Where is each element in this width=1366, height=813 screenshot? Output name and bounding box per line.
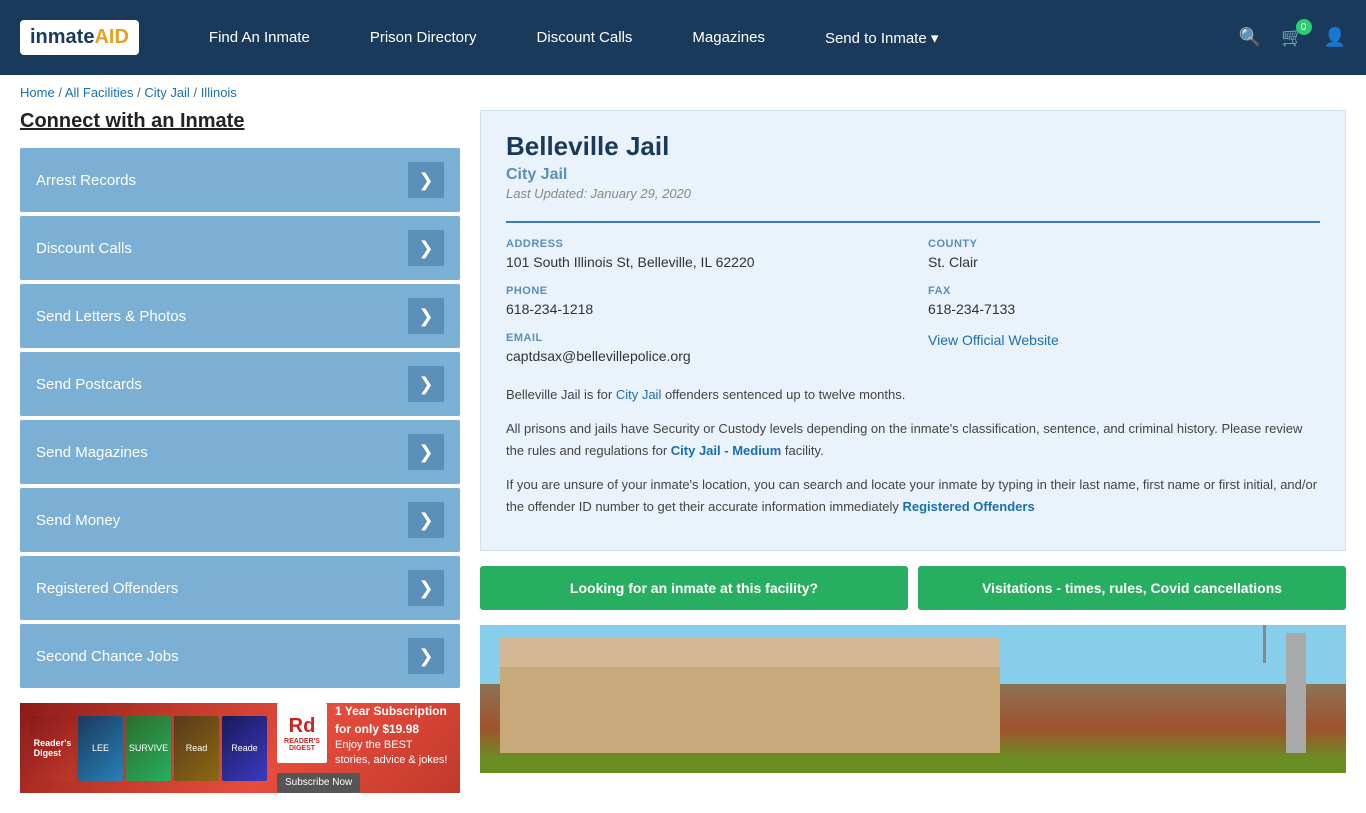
user-icon[interactable]: 👤 xyxy=(1324,27,1346,48)
building-shape xyxy=(500,663,1000,753)
breadcrumb-illinois[interactable]: Illinois xyxy=(201,85,237,100)
logo[interactable]: inmateAID xyxy=(20,20,139,55)
facility-image xyxy=(480,625,1346,773)
ad-banner[interactable]: Reader'sDigest LEE SURVIVE Read Reade Rd… xyxy=(20,703,460,793)
sidebar-item-second-chance-jobs[interactable]: Second Chance Jobs ❯ xyxy=(20,624,460,688)
content-panel: Belleville Jail City Jail Last Updated: … xyxy=(480,110,1346,793)
nav-prison-directory[interactable]: Prison Directory xyxy=(340,0,507,75)
ad-content: Rd READER'SDIGEST 1 Year Subscription fo… xyxy=(277,703,450,793)
action-buttons: Looking for an inmate at this facility? … xyxy=(480,566,1346,610)
arrow-icon: ❯ xyxy=(408,230,444,266)
cart-badge: 0 xyxy=(1296,19,1312,35)
nav-magazines[interactable]: Magazines xyxy=(662,0,795,75)
facility-updated: Last Updated: January 29, 2020 xyxy=(506,186,1320,201)
sidebar-item-send-postcards[interactable]: Send Postcards ❯ xyxy=(20,352,460,416)
breadcrumb-home[interactable]: Home xyxy=(20,85,55,100)
sidebar-title: Connect with an Inmate xyxy=(20,110,460,133)
nav-discount-calls[interactable]: Discount Calls xyxy=(507,0,663,75)
flag-pole xyxy=(1263,625,1266,663)
sidebar-menu: Arrest Records ❯ Discount Calls ❯ Send L… xyxy=(20,148,460,688)
logo-text: inmateAID xyxy=(30,26,129,49)
sidebar-item-send-magazines[interactable]: Send Magazines ❯ xyxy=(20,420,460,484)
facility-name: Belleville Jail xyxy=(506,131,1320,162)
find-inmate-button[interactable]: Looking for an inmate at this facility? xyxy=(480,566,908,610)
arrow-icon: ❯ xyxy=(408,638,444,674)
sidebar-item-registered-offenders[interactable]: Registered Offenders ❯ xyxy=(20,556,460,620)
nav-send-to-inmate[interactable]: Send to Inmate ▾ xyxy=(795,0,968,75)
cart-icon[interactable]: 🛒 0 xyxy=(1281,27,1303,48)
fax-block: FAX 618-234-7133 xyxy=(928,285,1320,317)
breadcrumb-all-facilities[interactable]: All Facilities xyxy=(65,85,134,100)
official-website-link[interactable]: View Official Website xyxy=(928,332,1059,348)
arrow-icon: ❯ xyxy=(408,502,444,538)
city-jail-medium-link[interactable]: City Jail - Medium xyxy=(671,443,782,458)
nav-right: 🔍 🛒 0 👤 xyxy=(1239,27,1346,48)
description: Belleville Jail is for City Jail offende… xyxy=(506,384,1320,518)
tower xyxy=(1286,633,1306,753)
main-nav: Find An Inmate Prison Directory Discount… xyxy=(179,0,1239,75)
ad-covers: Reader'sDigest LEE SURVIVE Read Reade xyxy=(30,716,267,781)
breadcrumb: Home / All Facilities / City Jail / Illi… xyxy=(0,75,1366,110)
arrow-icon: ❯ xyxy=(408,162,444,198)
sidebar-item-arrest-records[interactable]: Arrest Records ❯ xyxy=(20,148,460,212)
sidebar: Connect with an Inmate Arrest Records ❯ … xyxy=(20,110,460,793)
sidebar-item-send-letters[interactable]: Send Letters & Photos ❯ xyxy=(20,284,460,348)
email-block: EMAIL captdsax@bellevillepolice.org xyxy=(506,332,898,364)
desc-para-2: All prisons and jails have Security or C… xyxy=(506,418,1320,462)
visitations-button[interactable]: Visitations - times, rules, Covid cancel… xyxy=(918,566,1346,610)
main-content: Connect with an Inmate Arrest Records ❯ … xyxy=(0,110,1366,813)
sidebar-item-discount-calls[interactable]: Discount Calls ❯ xyxy=(20,216,460,280)
website-block: View Official Website xyxy=(928,332,1320,364)
breadcrumb-city-jail[interactable]: City Jail xyxy=(144,85,190,100)
desc-para-3: If you are unsure of your inmate's locat… xyxy=(506,474,1320,518)
registered-offenders-link[interactable]: Registered Offenders xyxy=(902,499,1034,514)
phone-block: PHONE 618-234-1218 xyxy=(506,285,898,317)
city-jail-link-1[interactable]: City Jail xyxy=(616,387,662,402)
county-block: COUNTY St. Clair xyxy=(928,238,1320,270)
nav-find-inmate[interactable]: Find An Inmate xyxy=(179,0,340,75)
arrow-icon: ❯ xyxy=(408,570,444,606)
facility-type: City Jail xyxy=(506,166,1320,184)
arrow-icon: ❯ xyxy=(408,298,444,334)
facility-card: Belleville Jail City Jail Last Updated: … xyxy=(480,110,1346,551)
arrow-icon: ❯ xyxy=(408,366,444,402)
address-block: ADDRESS 101 South Illinois St, Bellevill… xyxy=(506,238,898,270)
site-header: inmateAID Find An Inmate Prison Director… xyxy=(0,0,1366,75)
info-grid: ADDRESS 101 South Illinois St, Bellevill… xyxy=(506,221,1320,364)
arrow-icon: ❯ xyxy=(408,434,444,470)
sidebar-item-send-money[interactable]: Send Money ❯ xyxy=(20,488,460,552)
search-icon[interactable]: 🔍 xyxy=(1239,27,1261,48)
desc-para-1: Belleville Jail is for City Jail offende… xyxy=(506,384,1320,406)
logo-area: inmateAID xyxy=(20,20,139,55)
